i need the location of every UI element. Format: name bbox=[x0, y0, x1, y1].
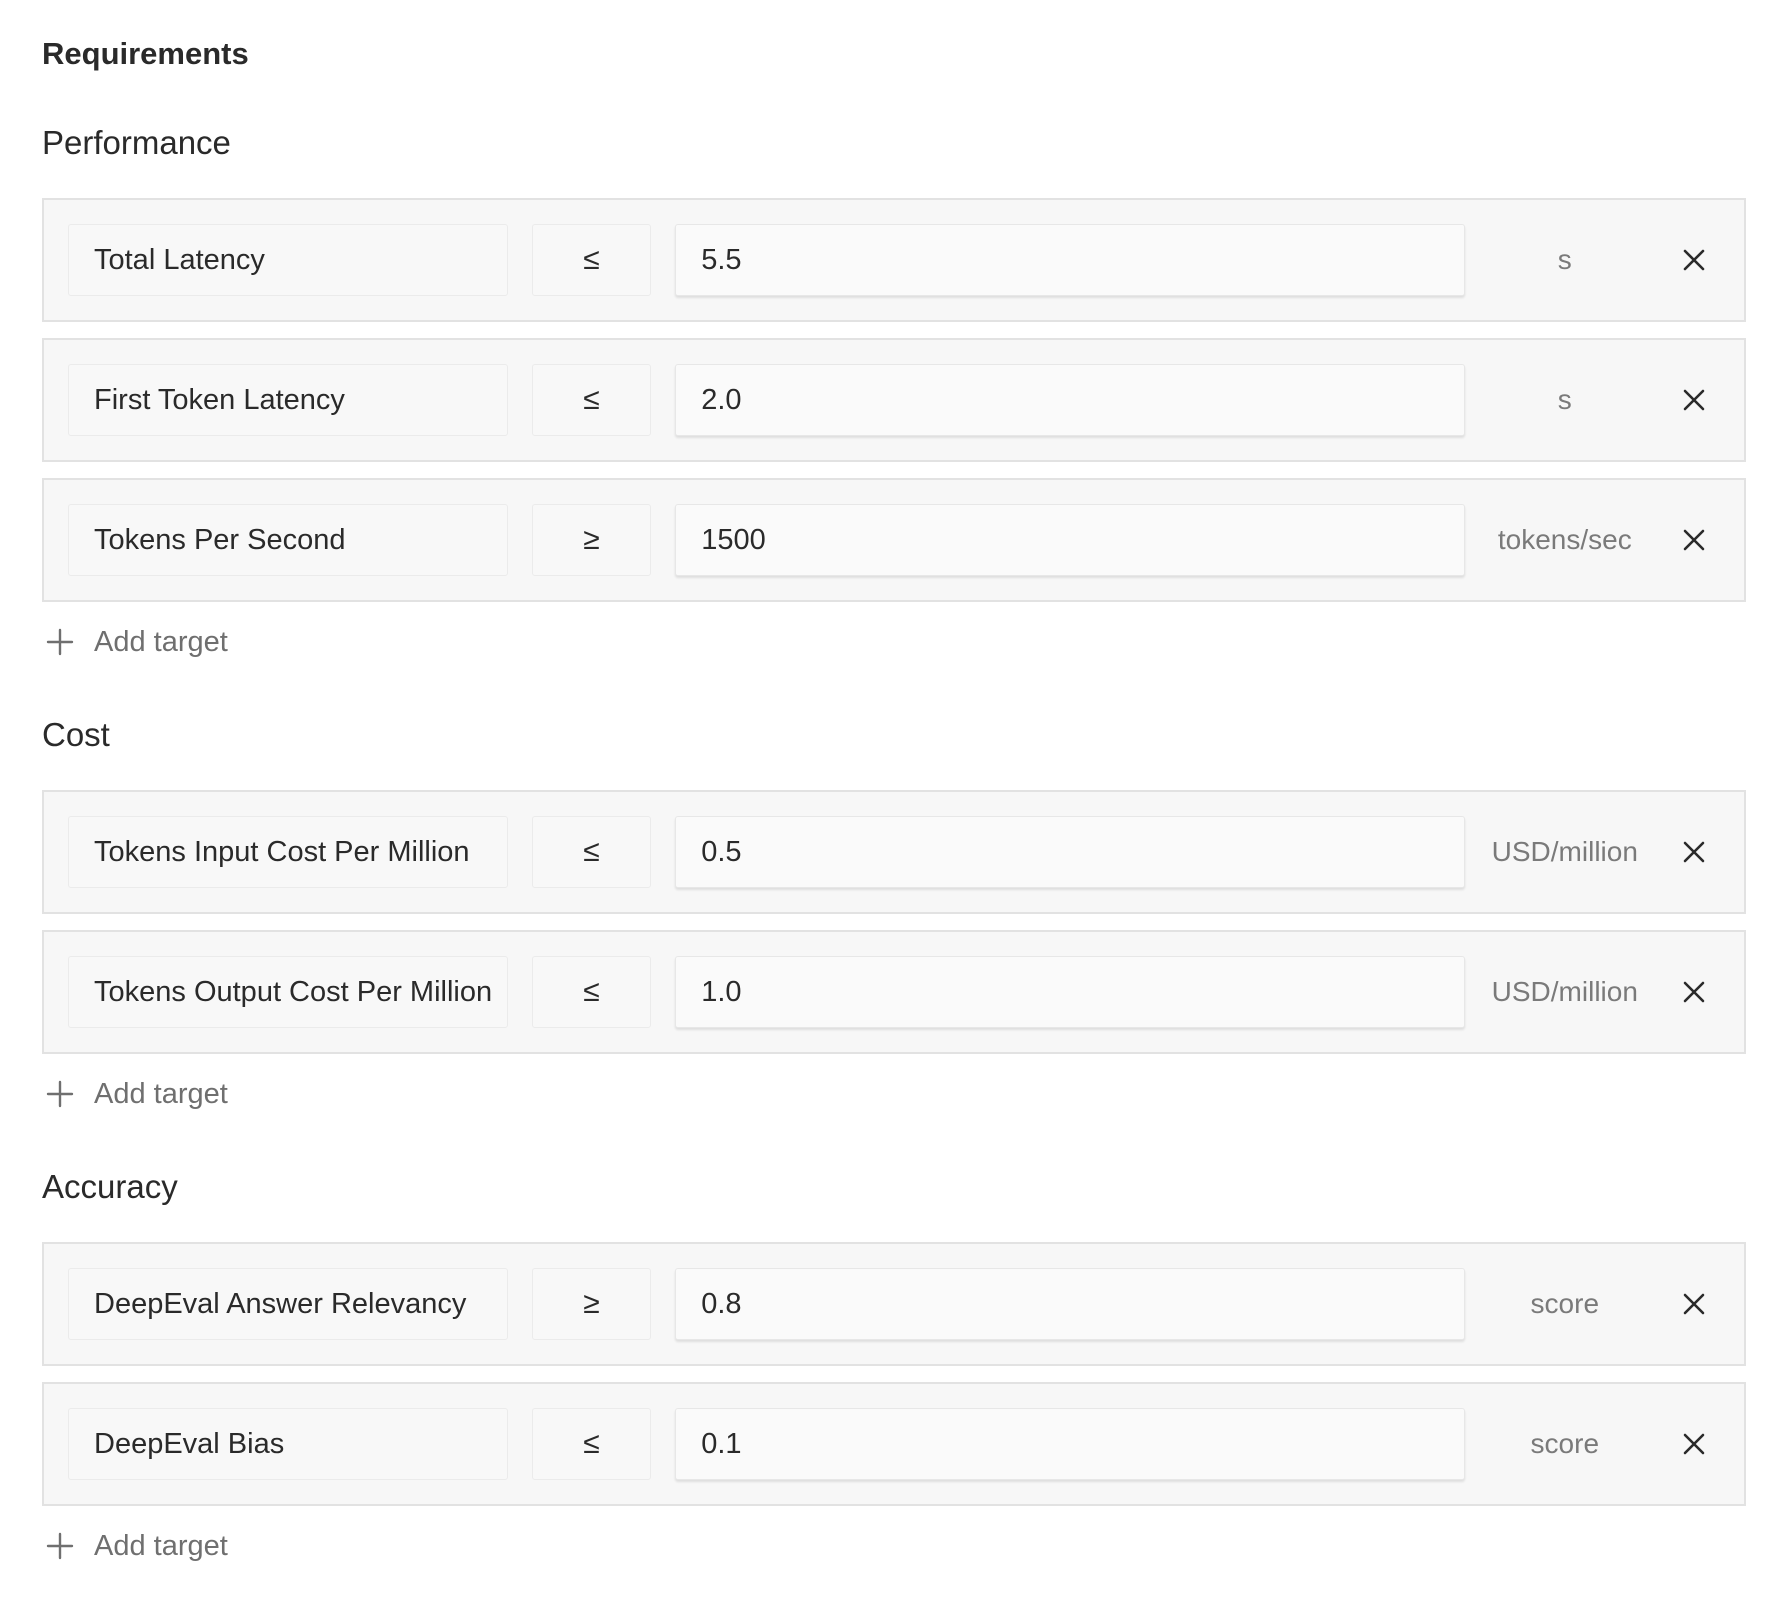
metric-select[interactable]: First Token Latency bbox=[68, 364, 508, 436]
close-icon bbox=[1683, 841, 1705, 863]
target-row: Total Latency ≤ s bbox=[42, 198, 1746, 322]
operator-select[interactable]: ≥ bbox=[531, 504, 652, 576]
metric-select[interactable]: Tokens Output Cost Per Million bbox=[68, 956, 508, 1028]
remove-target-button[interactable] bbox=[1668, 966, 1720, 1018]
section-cost: Cost Tokens Input Cost Per Million ≤ USD… bbox=[42, 716, 1746, 1116]
remove-target-button[interactable] bbox=[1668, 234, 1720, 286]
add-target-label: Add target bbox=[94, 1529, 228, 1562]
section-title: Cost bbox=[42, 716, 110, 753]
plus-icon bbox=[46, 628, 74, 656]
remove-target-button[interactable] bbox=[1668, 374, 1720, 426]
unit-label: s bbox=[1557, 384, 1572, 415]
target-row: Tokens Input Cost Per Million ≤ USD/mill… bbox=[42, 790, 1746, 914]
section-title: Performance bbox=[42, 124, 231, 161]
requirements-page: Requirements Performance Total Latency ≤… bbox=[0, 0, 1780, 1568]
add-target-button[interactable]: Add target bbox=[42, 1524, 242, 1568]
target-row: DeepEval Answer Relevancy ≥ score bbox=[42, 1242, 1746, 1366]
threshold-input[interactable] bbox=[675, 1268, 1466, 1340]
unit-label: USD/million bbox=[1491, 836, 1638, 867]
metric-select[interactable]: DeepEval Bias bbox=[68, 1408, 508, 1480]
unit-label: s bbox=[1557, 244, 1572, 275]
threshold-input[interactable] bbox=[675, 224, 1466, 296]
metric-select[interactable]: Total Latency bbox=[68, 224, 508, 296]
target-row: Tokens Per Second ≥ tokens/sec bbox=[42, 478, 1746, 602]
target-list: DeepEval Answer Relevancy ≥ score DeepEv… bbox=[42, 1242, 1746, 1506]
operator-select[interactable]: ≤ bbox=[531, 224, 652, 296]
close-icon bbox=[1683, 1293, 1705, 1315]
unit-label: score bbox=[1530, 1288, 1600, 1319]
add-target-label: Add target bbox=[94, 1077, 228, 1110]
target-row: DeepEval Bias ≤ score bbox=[42, 1382, 1746, 1506]
operator-select[interactable]: ≤ bbox=[531, 816, 652, 888]
unit-label: score bbox=[1530, 1428, 1600, 1459]
metric-select[interactable]: Tokens Input Cost Per Million bbox=[68, 816, 508, 888]
close-icon bbox=[1683, 249, 1705, 271]
metric-select[interactable]: DeepEval Answer Relevancy bbox=[68, 1268, 508, 1340]
close-icon bbox=[1683, 529, 1705, 551]
target-list: Total Latency ≤ s First Token Latency ≤ … bbox=[42, 198, 1746, 602]
plus-icon bbox=[46, 1080, 74, 1108]
operator-select[interactable]: ≤ bbox=[531, 956, 652, 1028]
remove-target-button[interactable] bbox=[1668, 826, 1720, 878]
section-accuracy: Accuracy DeepEval Answer Relevancy ≥ sco… bbox=[42, 1168, 1746, 1568]
remove-target-button[interactable] bbox=[1668, 1278, 1720, 1330]
page-title: Requirements bbox=[42, 36, 249, 71]
threshold-input[interactable] bbox=[675, 364, 1466, 436]
add-target-button[interactable]: Add target bbox=[42, 620, 242, 664]
add-target-label: Add target bbox=[94, 625, 228, 658]
threshold-input[interactable] bbox=[675, 1408, 1466, 1480]
target-row: Tokens Output Cost Per Million ≤ USD/mil… bbox=[42, 930, 1746, 1054]
remove-target-button[interactable] bbox=[1668, 514, 1720, 566]
close-icon bbox=[1683, 1433, 1705, 1455]
operator-select[interactable]: ≤ bbox=[531, 364, 652, 436]
unit-label: tokens/sec bbox=[1497, 524, 1632, 555]
operator-select[interactable]: ≤ bbox=[531, 1408, 652, 1480]
close-icon bbox=[1683, 389, 1705, 411]
threshold-input[interactable] bbox=[675, 504, 1466, 576]
section-performance: Performance Total Latency ≤ s First Toke… bbox=[42, 124, 1746, 664]
target-row: First Token Latency ≤ s bbox=[42, 338, 1746, 462]
plus-icon bbox=[46, 1532, 74, 1560]
operator-select[interactable]: ≥ bbox=[531, 1268, 652, 1340]
threshold-input[interactable] bbox=[675, 816, 1466, 888]
target-list: Tokens Input Cost Per Million ≤ USD/mill… bbox=[42, 790, 1746, 1054]
unit-label: USD/million bbox=[1491, 976, 1638, 1007]
threshold-input[interactable] bbox=[675, 956, 1466, 1028]
add-target-button[interactable]: Add target bbox=[42, 1072, 242, 1116]
remove-target-button[interactable] bbox=[1668, 1418, 1720, 1470]
section-title: Accuracy bbox=[42, 1168, 178, 1205]
metric-select[interactable]: Tokens Per Second bbox=[68, 504, 508, 576]
close-icon bbox=[1683, 981, 1705, 1003]
